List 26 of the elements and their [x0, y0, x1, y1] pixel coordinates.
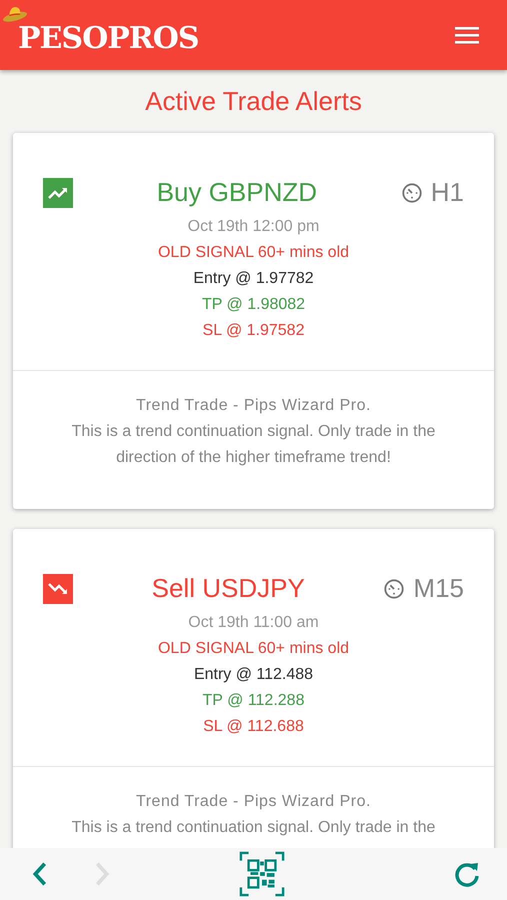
trade-title: Sell USDJPY: [150, 573, 306, 604]
age-warning: OLD SIGNAL 60+ mins old: [158, 639, 350, 659]
menu-icon: [455, 26, 479, 44]
take-profit: TP @ 1.98082: [202, 295, 306, 315]
signal-time: Oct 19th 11:00 am: [188, 613, 319, 633]
refresh-icon: [453, 860, 481, 888]
timer-icon: [400, 182, 423, 204]
strategy-name: Trend Trade - Pips Wizard Pro.: [136, 396, 371, 416]
signal-time: Oct 19th 12:00 pm: [188, 217, 320, 237]
entry-price: Entry @ 112.488: [194, 665, 314, 685]
trade-title: Buy GBPNZD: [156, 177, 318, 208]
age-warning: OLD SIGNAL 60+ mins old: [158, 243, 350, 263]
signal-description: This is a trend continuation signal. Only trade in the: [72, 818, 436, 838]
timer-icon: [383, 578, 406, 600]
stop-loss: SL @ 1.97582: [202, 321, 304, 341]
timeframe-label: H1: [430, 177, 464, 208]
strategy-name: Trend Trade - Pips Wizard Pro.: [136, 792, 371, 812]
sombrero-icon: [2, 4, 28, 22]
app-logo[interactable]: PESOPROS: [18, 20, 199, 56]
signal-description: This is a trend continuation signal. Only trade in the direction of the higher timeframe trend!: [70, 422, 436, 468]
page-title: Active Trade Alerts: [144, 86, 363, 117]
timeframe-label: M15: [413, 573, 464, 604]
take-profit: TP @ 112.288: [202, 691, 304, 711]
stop-loss: SL @ 112.688: [203, 717, 304, 737]
entry-price: Entry @ 1.97782: [193, 269, 314, 289]
qr-code-icon: [238, 851, 286, 897]
